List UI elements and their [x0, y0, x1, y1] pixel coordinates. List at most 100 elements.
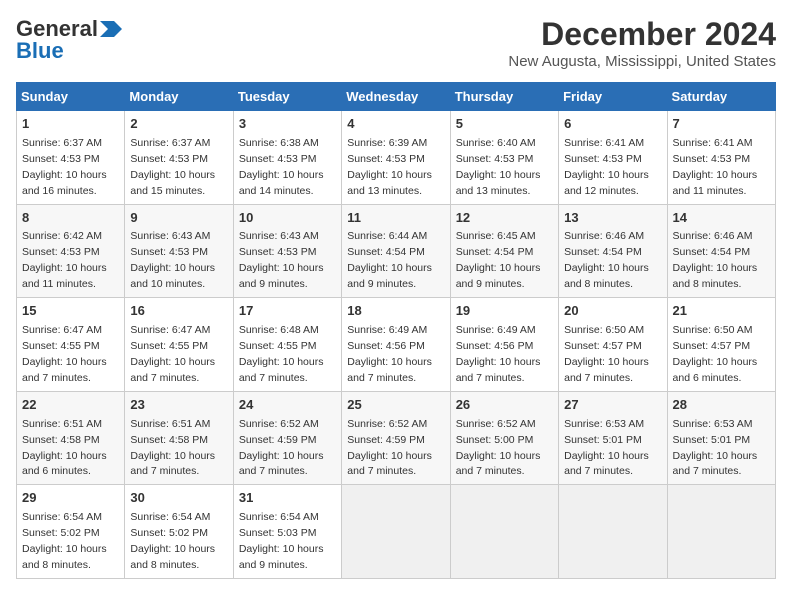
day-number: 14: [673, 209, 770, 228]
col-header-monday: Monday: [125, 83, 233, 111]
col-header-thursday: Thursday: [450, 83, 558, 111]
day-info: Sunrise: 6:53 AM Sunset: 5:01 PM Dayligh…: [564, 418, 649, 478]
day-info: Sunrise: 6:50 AM Sunset: 4:57 PM Dayligh…: [564, 324, 649, 384]
calendar-cell: 7Sunrise: 6:41 AM Sunset: 4:53 PM Daylig…: [667, 111, 775, 205]
day-info: Sunrise: 6:54 AM Sunset: 5:03 PM Dayligh…: [239, 511, 324, 571]
col-header-wednesday: Wednesday: [342, 83, 450, 111]
day-number: 31: [239, 489, 336, 508]
calendar-table: SundayMondayTuesdayWednesdayThursdayFrid…: [16, 82, 776, 579]
day-info: Sunrise: 6:43 AM Sunset: 4:53 PM Dayligh…: [239, 230, 324, 290]
col-header-friday: Friday: [559, 83, 667, 111]
day-info: Sunrise: 6:44 AM Sunset: 4:54 PM Dayligh…: [347, 230, 432, 290]
day-number: 22: [22, 396, 119, 415]
day-info: Sunrise: 6:50 AM Sunset: 4:57 PM Dayligh…: [673, 324, 758, 384]
calendar-cell: 19 Sunrise: 6:49 AM Sunset: 4:56 PM Dayli…: [450, 298, 558, 392]
day-info: Sunrise: 6:46 AM Sunset: 4:54 PM Dayligh…: [673, 230, 758, 290]
calendar-cell: 9Sunrise: 6:43 AM Sunset: 4:53 PM Daylig…: [125, 204, 233, 298]
day-number: 4: [347, 115, 444, 134]
calendar-cell: [450, 485, 558, 579]
day-info: Sunrise: 6:42 AM Sunset: 4:53 PM Dayligh…: [22, 230, 107, 290]
day-number: 20: [564, 302, 661, 321]
day-number: 17: [239, 302, 336, 321]
calendar-cell: 13 Sunrise: 6:46 AM Sunset: 4:54 PM Dayli…: [559, 204, 667, 298]
day-number: 21: [673, 302, 770, 321]
calendar-cell: 25 Sunrise: 6:52 AM Sunset: 4:59 PM Dayli…: [342, 391, 450, 485]
day-info: Sunrise: 6:39 AM Sunset: 4:53 PM Dayligh…: [347, 137, 432, 197]
day-number: 10: [239, 209, 336, 228]
day-info: Sunrise: 6:37 AM Sunset: 4:53 PM Dayligh…: [130, 137, 215, 197]
calendar-cell: 24Sunrise: 6:52 AM Sunset: 4:59 PM Dayli…: [233, 391, 341, 485]
calendar-cell: [559, 485, 667, 579]
day-info: Sunrise: 6:46 AM Sunset: 4:54 PM Dayligh…: [564, 230, 649, 290]
day-info: Sunrise: 6:41 AM Sunset: 4:53 PM Dayligh…: [673, 137, 758, 197]
day-info: Sunrise: 6:49 AM Sunset: 4:56 PM Dayligh…: [456, 324, 541, 384]
calendar-cell: 8 Sunrise: 6:42 AM Sunset: 4:53 PM Daylig…: [17, 204, 125, 298]
calendar-cell: 5 Sunrise: 6:40 AM Sunset: 4:53 PM Daylig…: [450, 111, 558, 205]
calendar-cell: [342, 485, 450, 579]
calendar-cell: 3 Sunrise: 6:38 AM Sunset: 4:53 PM Daylig…: [233, 111, 341, 205]
calendar-cell: 10 Sunrise: 6:43 AM Sunset: 4:53 PM Dayli…: [233, 204, 341, 298]
day-number: 11: [347, 209, 444, 228]
subtitle: New Augusta, Mississippi, United States: [508, 53, 776, 70]
day-info: Sunrise: 6:37 AM Sunset: 4:53 PM Dayligh…: [22, 137, 107, 197]
calendar-cell: 16 Sunrise: 6:47 AM Sunset: 4:55 PM Dayli…: [125, 298, 233, 392]
day-info: Sunrise: 6:38 AM Sunset: 4:53 PM Dayligh…: [239, 137, 324, 197]
day-info: Sunrise: 6:40 AM Sunset: 4:53 PM Dayligh…: [456, 137, 541, 197]
calendar-cell: [667, 485, 775, 579]
calendar-cell: 2Sunrise: 6:37 AM Sunset: 4:53 PM Daylig…: [125, 111, 233, 205]
day-number: 13: [564, 209, 661, 228]
day-info: Sunrise: 6:45 AM Sunset: 4:54 PM Dayligh…: [456, 230, 541, 290]
calendar-cell: 31 Sunrise: 6:54 AM Sunset: 5:03 PM Dayli…: [233, 485, 341, 579]
day-info: Sunrise: 6:52 AM Sunset: 4:59 PM Dayligh…: [347, 418, 432, 478]
calendar-cell: 23 Sunrise: 6:51 AM Sunset: 4:58 PM Dayli…: [125, 391, 233, 485]
calendar-cell: 4 Sunrise: 6:39 AM Sunset: 4:53 PM Daylig…: [342, 111, 450, 205]
calendar-cell: 26 Sunrise: 6:52 AM Sunset: 5:00 PM Dayli…: [450, 391, 558, 485]
day-info: Sunrise: 6:54 AM Sunset: 5:02 PM Dayligh…: [22, 511, 107, 571]
day-number: 24: [239, 396, 336, 415]
calendar-body: 1 Sunrise: 6:37 AM Sunset: 4:53 PM Daylig…: [17, 111, 776, 579]
day-number: 29: [22, 489, 119, 508]
week-row-1: 1 Sunrise: 6:37 AM Sunset: 4:53 PM Daylig…: [17, 111, 776, 205]
calendar-cell: 29 Sunrise: 6:54 AM Sunset: 5:02 PM Dayli…: [17, 485, 125, 579]
calendar-cell: 12 Sunrise: 6:45 AM Sunset: 4:54 PM Dayli…: [450, 204, 558, 298]
day-info: Sunrise: 6:48 AM Sunset: 4:55 PM Dayligh…: [239, 324, 324, 384]
day-info: Sunrise: 6:47 AM Sunset: 4:55 PM Dayligh…: [130, 324, 215, 384]
day-number: 8: [22, 209, 119, 228]
day-info: Sunrise: 6:52 AM Sunset: 5:00 PM Dayligh…: [456, 418, 541, 478]
week-row-5: 29 Sunrise: 6:54 AM Sunset: 5:02 PM Dayli…: [17, 485, 776, 579]
week-row-2: 8 Sunrise: 6:42 AM Sunset: 4:53 PM Daylig…: [17, 204, 776, 298]
day-info: Sunrise: 6:43 AM Sunset: 4:53 PM Dayligh…: [130, 230, 215, 290]
day-number: 23: [130, 396, 227, 415]
col-header-sunday: Sunday: [17, 83, 125, 111]
calendar-header-row: SundayMondayTuesdayWednesdayThursdayFrid…: [17, 83, 776, 111]
calendar-cell: 21 Sunrise: 6:50 AM Sunset: 4:57 PM Dayli…: [667, 298, 775, 392]
calendar-cell: 6Sunrise: 6:41 AM Sunset: 4:53 PM Daylig…: [559, 111, 667, 205]
day-number: 30: [130, 489, 227, 508]
calendar-cell: 22 Sunrise: 6:51 AM Sunset: 4:58 PM Dayli…: [17, 391, 125, 485]
main-title: December 2024: [508, 16, 776, 53]
calendar-cell: 30Sunrise: 6:54 AM Sunset: 5:02 PM Dayli…: [125, 485, 233, 579]
logo-arrow-icon: [100, 21, 122, 37]
day-number: 25: [347, 396, 444, 415]
day-number: 16: [130, 302, 227, 321]
day-number: 1: [22, 115, 119, 134]
day-info: Sunrise: 6:41 AM Sunset: 4:53 PM Dayligh…: [564, 137, 649, 197]
calendar-cell: 1 Sunrise: 6:37 AM Sunset: 4:53 PM Daylig…: [17, 111, 125, 205]
day-number: 19: [456, 302, 553, 321]
calendar-cell: 11 Sunrise: 6:44 AM Sunset: 4:54 PM Dayli…: [342, 204, 450, 298]
day-number: 12: [456, 209, 553, 228]
logo-blue: Blue: [16, 38, 64, 64]
calendar-cell: 27Sunrise: 6:53 AM Sunset: 5:01 PM Dayli…: [559, 391, 667, 485]
calendar-cell: 20 Sunrise: 6:50 AM Sunset: 4:57 PM Dayli…: [559, 298, 667, 392]
week-row-4: 22 Sunrise: 6:51 AM Sunset: 4:58 PM Dayli…: [17, 391, 776, 485]
calendar-cell: 18Sunrise: 6:49 AM Sunset: 4:56 PM Dayli…: [342, 298, 450, 392]
day-number: 26: [456, 396, 553, 415]
calendar-cell: 15Sunrise: 6:47 AM Sunset: 4:55 PM Dayli…: [17, 298, 125, 392]
day-number: 5: [456, 115, 553, 134]
day-number: 3: [239, 115, 336, 134]
header: General Blue December 2024 New Augusta, …: [16, 16, 776, 70]
day-info: Sunrise: 6:51 AM Sunset: 4:58 PM Dayligh…: [22, 418, 107, 478]
day-number: 28: [673, 396, 770, 415]
day-info: Sunrise: 6:51 AM Sunset: 4:58 PM Dayligh…: [130, 418, 215, 478]
col-header-tuesday: Tuesday: [233, 83, 341, 111]
